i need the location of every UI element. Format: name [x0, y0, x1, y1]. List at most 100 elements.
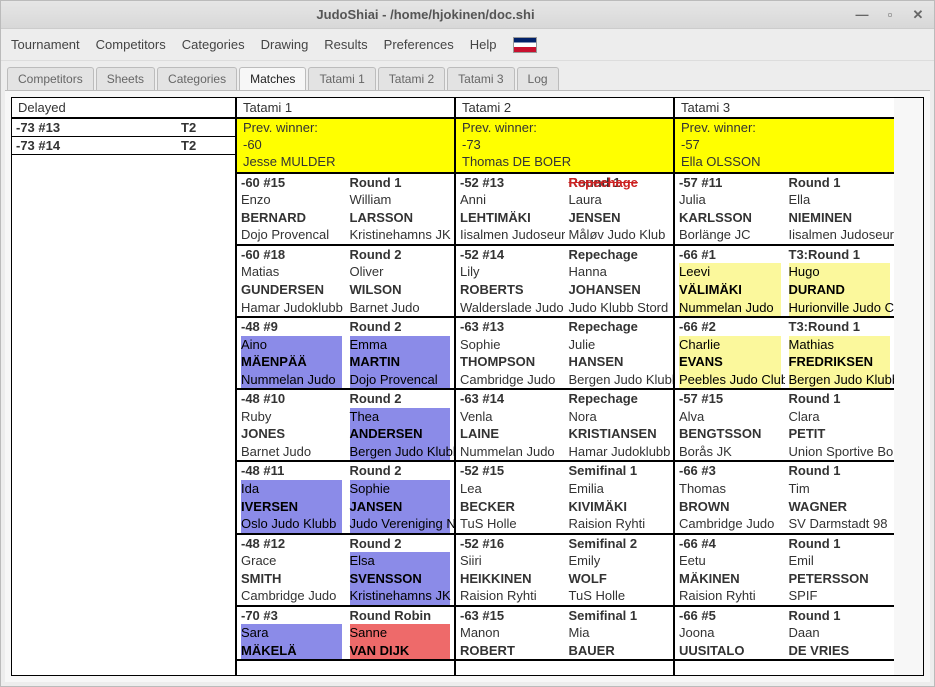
tabstrip: Competitors Sheets Categories Matches Ta…	[1, 61, 934, 90]
match-white: -57 #11JuliaKARLSSONBorlänge JC	[675, 174, 785, 244]
prev-name: Thomas DE BOER	[462, 154, 667, 171]
match-white: -70 #3SaraMÄKELÄ	[237, 607, 346, 660]
match-blue: Round 2TheaANDERSENBergen Judo Klubb	[346, 390, 455, 460]
match-row[interactable]: -48 #9AinoMÄENPÄÄNummelan JudoRound 2Emm…	[237, 318, 454, 390]
match-row[interactable]: -48 #10RubyJONESBarnet JudoRound 2TheaAN…	[237, 390, 454, 462]
matches-t2: -52 #13AnniLEHTIMÄKIIisalmen Judoseur Rep…	[456, 174, 673, 675]
prev-label: Prev. winner:	[681, 120, 888, 137]
match-row[interactable]: -52 #14LilyROBERTSWalderslade JudoRepech…	[456, 246, 673, 318]
delayed-cat: -73 #14	[16, 138, 181, 153]
language-flag-icon[interactable]	[513, 37, 537, 53]
tab-tatami2[interactable]: Tatami 2	[378, 67, 445, 90]
match-white: -48 #12GraceSMITHCambridge Judo	[237, 535, 346, 605]
match-white: -63 #13SophieTHOMPSONCambridge Judo	[456, 318, 565, 388]
match-white: -52 #13AnniLEHTIMÄKIIisalmen Judoseur	[456, 174, 565, 244]
menu-tournament[interactable]: Tournament	[11, 37, 80, 52]
match-row[interactable]: -63 #15ManonROBERTSemifinal 1MiaBAUER	[456, 607, 673, 662]
match-blue: RepechageNoraKRISTIANSENHamar Judoklubb	[565, 390, 674, 460]
delayed-row[interactable]: -73 #13 T2	[12, 119, 235, 137]
prev-cat: -60	[243, 137, 448, 154]
match-blue: Round 1DaanDE VRIES	[785, 607, 895, 660]
match-blue: Semifinal 1MiaBAUER	[565, 607, 674, 660]
match-row[interactable]: -66 #2CharlieEVANSPeebles Judo ClubT3:Ro…	[675, 318, 894, 390]
match-blue: Semifinal 1EmiliaKIVIMÄKIRaision Ryhti	[565, 462, 674, 532]
menu-competitors[interactable]: Competitors	[96, 37, 166, 52]
menu-preferences[interactable]: Preferences	[384, 37, 454, 52]
maximize-button[interactable]: ▫	[882, 7, 898, 23]
minimize-button[interactable]: —	[854, 7, 870, 23]
col-tatami2: Tatami 2 Prev. winner: -73 Thomas DE BOE…	[456, 98, 675, 675]
match-row[interactable]: -52 #13AnniLEHTIMÄKIIisalmen JudoseurRep…	[456, 174, 673, 246]
match-row[interactable]: -60 #15EnzoBERNARDDojo ProvencalRound 1W…	[237, 174, 454, 246]
match-row[interactable]: -66 #3ThomasBROWNCambridge JudoRound 1Ti…	[675, 462, 894, 534]
match-white: -63 #15ManonROBERT	[456, 607, 565, 660]
col-tatami3: Tatami 3 Prev. winner: -57 Ella OLSSON -…	[675, 98, 894, 675]
hdr-tatami2: Tatami 2	[456, 98, 673, 119]
match-white: -52 #16SiiriHEIKKINENRaision Ryhti	[456, 535, 565, 605]
prev-label: Prev. winner:	[462, 120, 667, 137]
match-white: -66 #2CharlieEVANSPeebles Judo Club	[675, 318, 785, 388]
match-blue: Round 2ElsaSVENSSONKristinehamns JK	[346, 535, 455, 605]
tab-competitors[interactable]: Competitors	[7, 67, 94, 90]
menubar: Tournament Competitors Categories Drawin…	[1, 29, 934, 61]
match-white: -52 #14LilyROBERTSWalderslade Judo	[456, 246, 565, 316]
titlebar: JudoShiai - /home/hjokinen/doc.shi — ▫ ✕	[1, 1, 934, 29]
delayed-row[interactable]: -73 #14 T2	[12, 137, 235, 155]
prev-name: Jesse MULDER	[243, 154, 448, 171]
match-blue: Round 2EmmaMARTINDojo Provencal	[346, 318, 455, 388]
match-blue: Semifinal 2EmilyWOLFTuS Holle	[565, 535, 674, 605]
menu-drawing[interactable]: Drawing	[261, 37, 309, 52]
match-white: -52 #15LeaBECKERTuS Holle	[456, 462, 565, 532]
match-white: -66 #3ThomasBROWNCambridge Judo	[675, 462, 785, 532]
match-row[interactable]: -66 #4EetuMÄKINENRaision RyhtiRound 1Emi…	[675, 535, 894, 607]
match-row[interactable]: -57 #11JuliaKARLSSONBorlänge JCRound 1El…	[675, 174, 894, 246]
match-row[interactable]: -66 #1LeeviVÄLIMÄKINummelan JudoT3:Round…	[675, 246, 894, 318]
match-row[interactable]: -63 #14VenlaLAINENummelan JudoRepechageN…	[456, 390, 673, 462]
delayed-tatami: T2	[181, 120, 231, 135]
match-blue: Round 2OliverWILSONBarnet Judo	[346, 246, 455, 316]
tab-matches[interactable]: Matches	[239, 67, 306, 90]
tab-categories[interactable]: Categories	[157, 67, 237, 90]
match-row[interactable]: -70 #3SaraMÄKELÄRound RobinSanneVAN DIJK	[237, 607, 454, 662]
match-row[interactable]: -66 #5JoonaUUSITALORound 1DaanDE VRIES	[675, 607, 894, 662]
close-button[interactable]: ✕	[910, 7, 926, 23]
match-white: -60 #18MatiasGUNDERSENHamar Judoklubb	[237, 246, 346, 316]
tab-log[interactable]: Log	[517, 67, 559, 90]
app-window: JudoShiai - /home/hjokinen/doc.shi — ▫ ✕…	[0, 0, 935, 687]
match-row[interactable]: -57 #15AlvaBENGTSSONBorås JKRound 1Clara…	[675, 390, 894, 462]
match-row[interactable]: -60 #18MatiasGUNDERSENHamar JudoklubbRou…	[237, 246, 454, 318]
match-blue: Round 2SophieJANSENJudo Vereniging N	[346, 462, 455, 532]
match-row[interactable]: -48 #12GraceSMITHCambridge JudoRound 2El…	[237, 535, 454, 607]
match-white: -66 #4EetuMÄKINENRaision Ryhti	[675, 535, 785, 605]
match-row[interactable]: -52 #15LeaBECKERTuS HolleSemifinal 1Emil…	[456, 462, 673, 534]
match-blue: Round 1ClaraPETITUnion Sportive Bo	[785, 390, 895, 460]
match-blue: T3:Round 1MathiasFREDRIKSENBergen Judo K…	[785, 318, 895, 388]
prev-cat: -73	[462, 137, 667, 154]
hdr-tatami3: Tatami 3	[675, 98, 894, 119]
hdr-delayed: Delayed	[12, 98, 235, 119]
match-white: -48 #9AinoMÄENPÄÄNummelan Judo	[237, 318, 346, 388]
tab-tatami3[interactable]: Tatami 3	[447, 67, 514, 90]
match-blue: Round 1EmilPETERSSONSPIF	[785, 535, 895, 605]
match-row[interactable]: -48 #11IdaIVERSENOslo Judo KlubbRound 2S…	[237, 462, 454, 534]
menu-results[interactable]: Results	[324, 37, 367, 52]
match-blue: T3:Round 1HugoDURANDHurionville Judo C	[785, 246, 895, 316]
menu-help[interactable]: Help	[470, 37, 497, 52]
match-white: -48 #10RubyJONESBarnet Judo	[237, 390, 346, 460]
match-row[interactable]: -52 #16SiiriHEIKKINENRaision RyhtiSemifi…	[456, 535, 673, 607]
prev-label: Prev. winner:	[243, 120, 448, 137]
match-white: -57 #15AlvaBENGTSSONBorås JK	[675, 390, 785, 460]
tab-tatami1[interactable]: Tatami 1	[308, 67, 375, 90]
matches-t1: -60 #15EnzoBERNARDDojo ProvencalRound 1W…	[237, 174, 454, 675]
match-white: -48 #11IdaIVERSENOslo Judo Klubb	[237, 462, 346, 532]
match-white: -63 #14VenlaLAINENummelan Judo	[456, 390, 565, 460]
hdr-tatami1: Tatami 1	[237, 98, 454, 119]
col-delayed: Delayed -73 #13 T2 -73 #14 T2	[12, 98, 237, 675]
delayed-tatami: T2	[181, 138, 231, 153]
menu-categories[interactable]: Categories	[182, 37, 245, 52]
prev-name: Ella OLSSON	[681, 154, 888, 171]
col-tatami1: Tatami 1 Prev. winner: -60 Jesse MULDER …	[237, 98, 456, 675]
match-blue: Round 1WilliamLARSSONKristinehamns JK	[346, 174, 455, 244]
match-row[interactable]: -63 #13SophieTHOMPSONCambridge JudoRepec…	[456, 318, 673, 390]
tab-sheets[interactable]: Sheets	[96, 67, 155, 90]
